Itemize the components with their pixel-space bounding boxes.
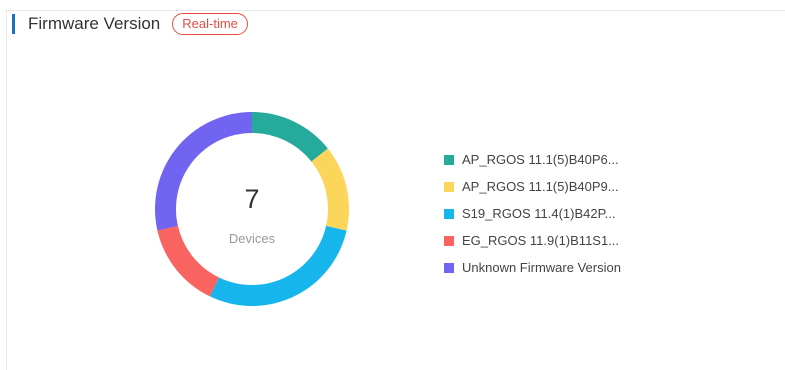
- legend-item-3[interactable]: S19_RGOS 11.4(1)B42P...: [444, 200, 621, 227]
- legend-swatch: [444, 262, 454, 273]
- legend-item-2[interactable]: AP_RGOS 11.1(5)B40P9...: [444, 173, 621, 200]
- legend-label: AP_RGOS 11.1(5)B40P9...: [462, 179, 619, 194]
- donut-slice-2[interactable]: [311, 148, 349, 231]
- legend-label: AP_RGOS 11.1(5)B40P6...: [462, 152, 619, 167]
- device-count: 7: [244, 184, 260, 214]
- legend-swatch: [444, 208, 454, 219]
- legend-item-4[interactable]: EG_RGOS 11.9(1)B11S1...: [444, 227, 621, 254]
- donut-slice-1[interactable]: [252, 112, 328, 162]
- legend-item-1[interactable]: AP_RGOS 11.1(5)B40P6...: [444, 146, 621, 173]
- device-count-label: Devices: [228, 231, 276, 246]
- legend-swatch: [444, 154, 454, 165]
- chart-legend: AP_RGOS 11.1(5)B40P6... AP_RGOS 11.1(5)B4…: [444, 146, 621, 281]
- legend-label: EG_RGOS 11.9(1)B11S1...: [462, 233, 620, 248]
- legend-label: S19_RGOS 11.4(1)B42P...: [462, 206, 616, 221]
- legend-swatch: [444, 235, 454, 246]
- legend-label: Unknown Firmware Version: [462, 260, 621, 275]
- legend-item-5[interactable]: Unknown Firmware Version: [444, 254, 621, 281]
- legend-swatch: [444, 181, 454, 192]
- firmware-donut-chart: [155, 112, 349, 306]
